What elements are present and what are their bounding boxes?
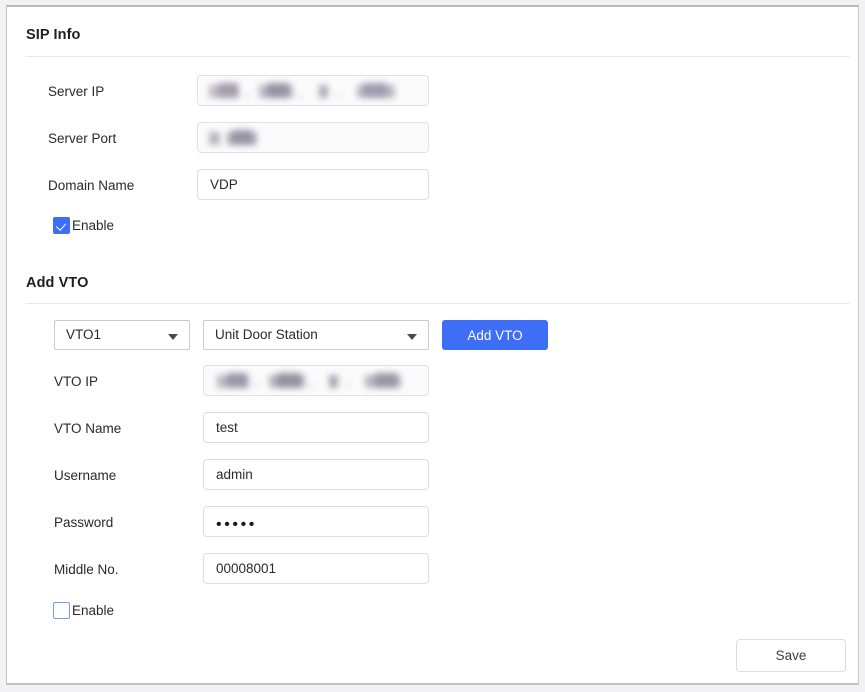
vto-name-label: VTO Name	[54, 421, 122, 436]
sip-enable-checkbox[interactable]: Enable	[53, 217, 114, 234]
chevron-down-icon	[407, 334, 417, 340]
sip-enable-label: Enable	[72, 218, 115, 233]
settings-page: SIP Info Server IP Server Port Domain Na…	[0, 0, 865, 692]
settings-card: SIP Info Server IP Server Port Domain Na…	[6, 5, 859, 685]
vto-ip-input[interactable]	[203, 365, 429, 396]
vto-name-input[interactable]: test	[203, 412, 429, 443]
station-type-select[interactable]: Unit Door Station	[203, 320, 429, 350]
server-port-input[interactable]	[197, 122, 429, 153]
station-type-select-value: Unit Door Station	[215, 327, 318, 342]
redacted-value	[207, 81, 415, 102]
vto-enable-checkbox[interactable]: Enable	[53, 602, 114, 619]
password-masked-value: •••••	[216, 516, 258, 533]
redacted-value	[213, 371, 421, 392]
vto-enable-label: Enable	[72, 603, 115, 618]
add-vto-divider	[26, 303, 850, 304]
redacted-value	[207, 128, 327, 149]
chevron-down-icon	[168, 334, 178, 340]
checkbox-unchecked-icon	[53, 602, 70, 619]
vto-ip-label: VTO IP	[54, 374, 99, 389]
vto-select[interactable]: VTO1	[54, 320, 190, 350]
vto-select-value: VTO1	[66, 327, 102, 342]
server-ip-input[interactable]	[197, 75, 429, 106]
password-input[interactable]: •••••	[203, 506, 429, 537]
server-ip-label: Server IP	[48, 84, 105, 99]
server-port-label: Server Port	[48, 131, 117, 146]
checkbox-checked-icon	[53, 217, 70, 234]
middle-no-input[interactable]: 00008001	[203, 553, 429, 584]
add-vto-button[interactable]: Add VTO	[442, 320, 548, 350]
middle-no-label: Middle No.	[54, 562, 119, 577]
domain-name-input[interactable]: VDP	[197, 169, 429, 200]
save-button[interactable]: Save	[736, 639, 846, 672]
username-label: Username	[54, 468, 117, 483]
password-label: Password	[54, 515, 114, 530]
domain-name-label: Domain Name	[48, 178, 135, 193]
username-input[interactable]: admin	[203, 459, 429, 490]
sip-info-title: SIP Info	[26, 27, 81, 43]
add-vto-title: Add VTO	[26, 275, 89, 291]
sip-info-divider	[26, 56, 850, 57]
